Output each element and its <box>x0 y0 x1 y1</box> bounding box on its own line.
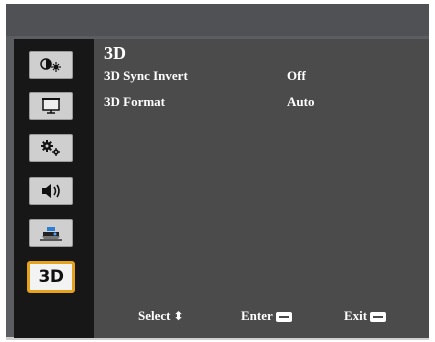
3d-icon: 3D <box>38 267 64 287</box>
setup-tab[interactable] <box>29 134 73 162</box>
up-down-arrows-icon: ⬍ <box>173 309 184 323</box>
options-tab[interactable] <box>29 219 73 247</box>
image-settings-icon <box>38 57 64 73</box>
select-hint[interactable]: Select ⬍ <box>138 308 184 324</box>
enter-key-icon <box>275 312 292 322</box>
menu-key-icon <box>370 312 387 322</box>
menu-item-3d-sync-invert[interactable]: 3D Sync Invert Off <box>104 68 404 86</box>
exit-hint[interactable]: Exit <box>344 308 387 324</box>
options-icon <box>38 224 64 242</box>
menu-item-value: Auto <box>287 94 315 109</box>
top-strip <box>6 4 429 36</box>
3d-tab[interactable]: 3D <box>27 261 75 293</box>
image-settings-tab[interactable] <box>29 51 73 79</box>
display-tab[interactable] <box>29 92 73 120</box>
select-label: Select <box>138 308 171 323</box>
volume-tab[interactable] <box>29 177 73 205</box>
menu-item-label: 3D Format <box>104 94 166 109</box>
footer-hints: Select ⬍ Enter Exit <box>94 308 429 328</box>
display-icon <box>41 97 61 115</box>
volume-icon <box>39 182 63 200</box>
menu-sidebar: 3D <box>14 39 94 338</box>
enter-label: Enter <box>241 308 273 323</box>
menu-item-3d-format[interactable]: 3D Format Auto <box>104 94 404 112</box>
exit-label: Exit <box>344 308 368 323</box>
setup-icon <box>39 139 63 157</box>
menu-item-label: 3D Sync Invert <box>104 68 188 83</box>
menu-item-value: Off <box>287 68 306 83</box>
enter-hint[interactable]: Enter <box>241 308 292 324</box>
page-title: 3D <box>104 43 126 63</box>
menu-content: 3D 3D Sync Invert Off 3D Format Auto Sel… <box>94 39 429 338</box>
